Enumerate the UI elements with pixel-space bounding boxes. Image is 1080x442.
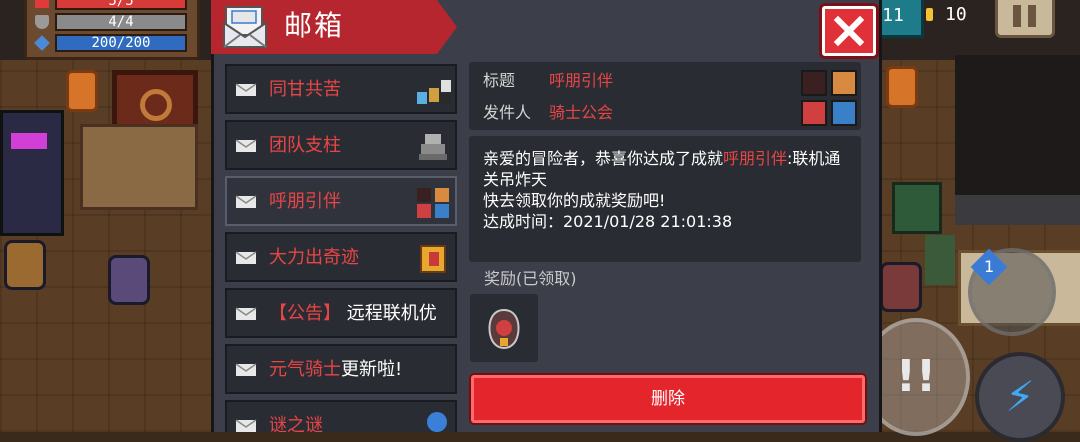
energy-bar: 200/200 — [55, 34, 187, 52]
mail-item-title: 元气骑士更新啦! — [269, 359, 403, 380]
mail-detail-header: 标题 呼朋引伴 发件人 骑士公会 — [469, 62, 861, 130]
delete-button[interactable]: 删除 — [471, 375, 865, 423]
diamond-icon — [34, 35, 50, 51]
mail-item[interactable]: 同甘共苦 — [225, 64, 457, 114]
skill-button[interactable]: ⚡ — [975, 352, 1065, 442]
mail-item[interactable]: 谜之谜 — [225, 400, 457, 432]
sender-label: 发件人 — [483, 103, 532, 122]
armor-row: 4/4 — [35, 13, 187, 31]
mail-item-title: 大力出奇迹 — [269, 247, 359, 268]
mail-thumb-icon — [417, 188, 449, 218]
envelope-icon — [235, 419, 257, 432]
envelope-icon — [235, 195, 257, 208]
envelope-icon — [235, 251, 257, 264]
mail-icon — [223, 6, 267, 48]
reward-item-slot[interactable] — [470, 294, 538, 362]
close-button[interactable] — [822, 6, 876, 56]
mail-thumb-icon — [427, 412, 447, 432]
mail-item-title: 【公告】 远程联机优 — [269, 303, 437, 324]
mail-item[interactable]: 团队支柱 — [225, 120, 457, 170]
hp-row: 5/5 — [35, 0, 187, 10]
mail-item-selected[interactable]: 呼朋引伴 — [225, 176, 457, 226]
envelope-icon — [235, 363, 257, 376]
avatar — [801, 100, 827, 126]
background-desk — [80, 124, 198, 210]
sender-value: 骑士公会 — [549, 103, 614, 122]
hp-bar: 5/5 — [55, 0, 187, 10]
pause-button[interactable] — [995, 0, 1055, 38]
lantern-right — [886, 66, 918, 108]
player-stats-panel: 5/5 4/4 200/200 — [24, 0, 200, 60]
armor-bar: 4/4 — [55, 13, 187, 31]
avatar — [831, 70, 857, 96]
background-cabinet — [892, 182, 942, 234]
envelope-icon — [235, 139, 257, 152]
shield-icon — [35, 15, 49, 29]
mail-item[interactable]: 大力出奇迹 — [225, 232, 457, 282]
avatar — [801, 70, 827, 96]
subject-label: 标题 — [483, 71, 516, 90]
coin-count: 10 — [945, 3, 967, 25]
mail-thumb-icon — [417, 80, 451, 104]
npc-character — [4, 240, 46, 290]
background-arcade-machine — [0, 110, 64, 236]
mail-item-title: 谜之谜 — [269, 415, 323, 432]
reward-label: 奖励(已领取) — [484, 269, 577, 288]
background-plant — [925, 235, 955, 285]
mail-thumb-icon — [419, 134, 447, 160]
mail-item-title: 团队支柱 — [269, 135, 341, 156]
reward-costume-icon — [488, 308, 520, 350]
close-icon — [833, 15, 865, 47]
energy-row: 200/200 — [34, 34, 187, 52]
envelope-icon — [235, 83, 257, 96]
mail-thumb-icon — [420, 245, 446, 273]
mail-list[interactable]: 同甘共苦 团队支柱 呼朋引伴 大力出奇迹 【公告】 远程联机优 元气骑士更新啦!… — [221, 60, 459, 432]
mail-body: 亲爱的冒险者，恭喜你达成了成就呼朋引伴:联机通关吊炸天 快去领取你的成就奖励吧!… — [469, 136, 861, 262]
weapon-swap-button[interactable]: 1 — [968, 248, 1056, 336]
coin-icon — [926, 7, 933, 21]
mailbox-title: 邮箱 — [284, 9, 345, 42]
mail-item[interactable]: 【公告】 远程联机优 — [225, 288, 457, 338]
coin-counter: 10 — [926, 0, 967, 28]
npc-character — [108, 255, 150, 305]
mail-item-title: 呼朋引伴 — [269, 191, 341, 212]
lightning-icon: ⚡ — [1005, 372, 1035, 421]
npc-character — [880, 262, 922, 312]
lantern-left — [66, 70, 98, 112]
mail-item-title: 同甘共苦 — [269, 79, 341, 100]
avatar — [831, 100, 857, 126]
subject-value: 呼朋引伴 — [549, 71, 614, 90]
background-counter — [955, 195, 1080, 225]
background-doorway — [955, 55, 1080, 205]
mail-item[interactable]: 元气骑士更新啦! — [225, 344, 457, 394]
heart-icon — [35, 0, 49, 8]
envelope-icon — [235, 307, 257, 320]
mail-body-text: 亲爱的冒险者，恭喜你达成了成就呼朋引伴:联机通关吊炸天 快去领取你的成就奖励吧!… — [483, 149, 841, 231]
